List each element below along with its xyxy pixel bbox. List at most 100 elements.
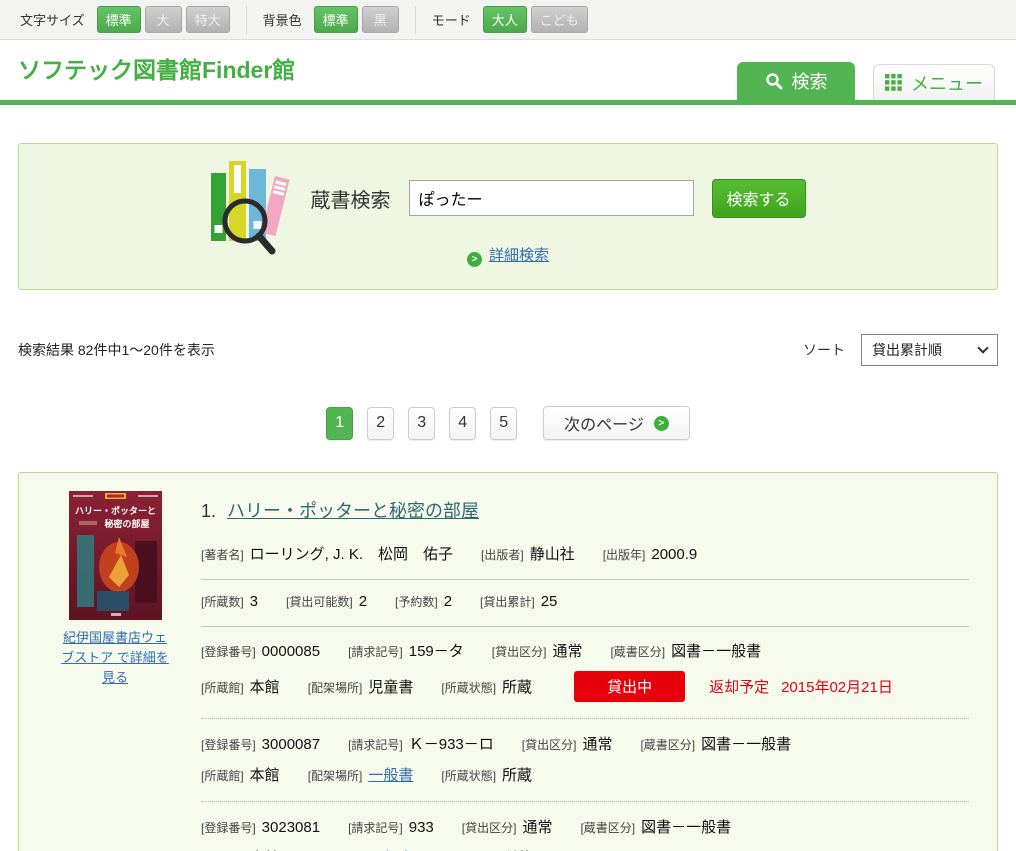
tab-search-label: 検索 [792, 68, 828, 94]
author-value: ローリング, J. K. 松岡 佑子 [250, 546, 453, 563]
next-page-button[interactable]: 次のページ > [543, 406, 690, 440]
holdings-label: [所蔵数] [201, 595, 244, 609]
call-value: 159－タ [409, 643, 464, 660]
tab-menu[interactable]: メニュー [873, 64, 995, 100]
results-bar: 検索結果 82件中1～20件を表示 ソート 貸出累計順 [18, 334, 998, 366]
grid-icon [885, 74, 902, 91]
search-input[interactable] [409, 180, 694, 216]
page-button-2[interactable]: 2 [367, 407, 394, 440]
cover-title-line2: 秘密の部屋 [104, 518, 149, 529]
divider [201, 718, 969, 719]
publisher-label: [出版者] [481, 548, 524, 562]
chevron-down-icon [977, 342, 988, 353]
page-button-1[interactable]: 1 [326, 407, 353, 440]
state-value: 所蔵 [502, 767, 532, 784]
page-button-3[interactable]: 3 [408, 407, 435, 440]
cover-title-line1: ハリー・ポッターと [74, 505, 155, 516]
results-summary: 検索結果 82件中1～20件を表示 [18, 340, 215, 360]
site-header: ソフテック図書館Finder館 検索 メニュー [0, 40, 1016, 100]
shelf-label: [配架場所] [308, 681, 363, 695]
tab-search[interactable]: 検索 [737, 62, 855, 100]
reserves-label: [予約数] [395, 595, 438, 609]
reg-value: 0000085 [262, 643, 320, 660]
class-label: [蔵書区分] [580, 821, 635, 835]
call-label: [請求記号] [348, 821, 403, 835]
bg-color-black-button[interactable]: 黒 [362, 6, 399, 33]
copy-row: [登録番号]3023081 [請求記号]933 [貸出区分]通常 [蔵書区分]図… [201, 816, 969, 851]
mode-adult-button[interactable]: 大人 [483, 6, 527, 33]
library-value: 本館 [250, 767, 280, 784]
class-value: 図書－一般書 [671, 643, 761, 660]
sort-label: ソート [803, 340, 845, 360]
item-number: 1. [201, 501, 216, 521]
call-value: Ｋ－933－ロ [409, 736, 494, 753]
divider [415, 6, 416, 34]
cover-column: ハリー・ポッターと 秘密の部屋 紀伊国屋書店ウェブストア で詳細を見る [49, 491, 181, 851]
tab-menu-label: メニュー [911, 70, 983, 96]
bg-color-group: 背景色 標準 黒 [263, 6, 399, 33]
search-submit-button[interactable]: 検索する [712, 179, 806, 218]
library-label: [所蔵館] [201, 681, 244, 695]
loan-label: [貸出区分] [522, 738, 577, 752]
site-title: ソフテック図書館Finder館 [18, 40, 295, 100]
mode-kids-button[interactable]: こども [531, 6, 588, 33]
bg-color-standard-button[interactable]: 標準 [314, 6, 358, 33]
lendable-label: [貸出可能数] [286, 595, 353, 609]
state-label: [所蔵状態] [441, 681, 496, 695]
search-icon [765, 72, 783, 90]
sort-select[interactable]: 貸出累計順 [861, 334, 998, 366]
bookstore-detail-link[interactable]: 紀伊国屋書店ウェブストア で詳細を見る [59, 628, 171, 688]
item-title-link[interactable]: ハリー・ポッターと秘密の部屋 [227, 501, 479, 521]
font-size-group: 文字サイズ 標準 大 特大 [20, 6, 230, 33]
page-button-5[interactable]: 5 [490, 407, 517, 440]
loan-total-value: 25 [541, 593, 558, 610]
pagination: 1 2 3 4 5 次のページ > [0, 406, 1016, 440]
reg-value: 3000087 [262, 736, 320, 753]
sort-selected-value: 貸出累計順 [872, 340, 942, 360]
page-button-4[interactable]: 4 [449, 407, 476, 440]
book-cover-image[interactable]: ハリー・ポッターと 秘密の部屋 [69, 491, 162, 620]
return-due-label: 返却予定 [709, 676, 769, 697]
holdings-value: 3 [250, 593, 258, 610]
divider [201, 801, 969, 802]
font-size-standard-button[interactable]: 標準 [97, 6, 141, 33]
class-value: 図書－一般書 [641, 819, 731, 836]
call-value: 933 [409, 819, 434, 836]
library-label: [所蔵館] [201, 769, 244, 783]
font-size-xlarge-button[interactable]: 特大 [186, 6, 230, 33]
lendable-value: 2 [359, 593, 367, 610]
header-tabs: 検索 メニュー [737, 62, 995, 100]
loan-label: [貸出区分] [492, 645, 547, 659]
mode-label: モード [432, 10, 471, 29]
catalog-search-label: 蔵書検索 [311, 184, 391, 213]
counts-row: [所蔵数] 3 [貸出可能数] 2 [予約数] 2 [貸出累計] 25 [201, 593, 969, 611]
loan-value: 通常 [582, 736, 612, 753]
loan-label: [貸出区分] [462, 821, 517, 835]
divider [201, 579, 969, 580]
accessibility-bar: 文字サイズ 標準 大 特大 背景色 標準 黒 モード 大人 こども [0, 0, 1016, 40]
year-value: 2000.9 [651, 546, 697, 563]
publisher-value: 静山社 [530, 546, 575, 563]
return-due-date: 2015年02月21日 [781, 676, 893, 697]
mode-group: モード 大人 こども [432, 6, 588, 33]
reserves-value: 2 [444, 593, 452, 610]
result-item-panel: ハリー・ポッターと 秘密の部屋 紀伊国屋書店ウェブストア で詳細を見る 1. ハ… [18, 472, 998, 851]
class-label: [蔵書区分] [610, 645, 665, 659]
loan-value: 通常 [522, 819, 552, 836]
reg-value: 3023081 [262, 819, 320, 836]
call-label: [請求記号] [348, 645, 403, 659]
font-size-large-button[interactable]: 大 [145, 6, 182, 33]
loan-value: 通常 [552, 643, 582, 660]
year-label: [出版年] [603, 548, 646, 562]
divider [246, 6, 247, 34]
author-label: [著者名] [201, 548, 244, 562]
loan-total-label: [貸出累計] [480, 595, 535, 609]
header-accent-bar [0, 100, 1016, 105]
bg-color-label: 背景色 [263, 10, 302, 29]
shelf-value: 児童書 [368, 679, 413, 696]
call-label: [請求記号] [348, 738, 403, 752]
advanced-search-link[interactable]: 詳細検索 [489, 247, 549, 264]
shelf-label: [配架場所] [308, 769, 363, 783]
shelf-link[interactable]: 一般書 [368, 767, 413, 784]
library-value: 本館 [250, 679, 280, 696]
